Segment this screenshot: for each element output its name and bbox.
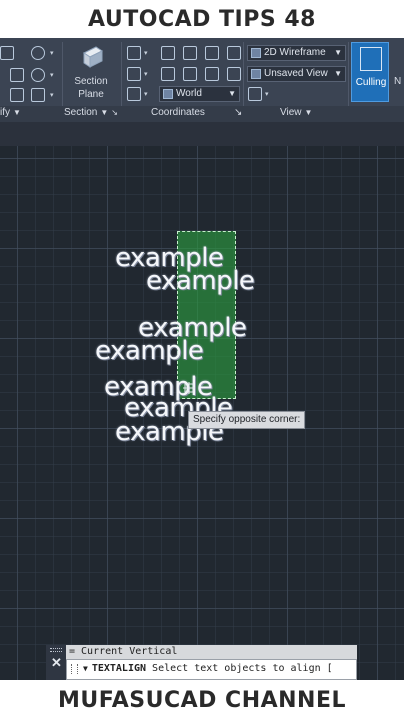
named-view-dropdown[interactable]: Unsaved View ▼ bbox=[247, 66, 346, 82]
command-customize-icon[interactable] bbox=[71, 664, 78, 674]
next-tool-button[interactable]: N bbox=[392, 42, 404, 102]
named-view-icon bbox=[251, 69, 261, 79]
section-plane-button[interactable]: Section Plane bbox=[68, 42, 114, 104]
named-view-value: Unsaved View bbox=[264, 68, 328, 79]
panel-title-coordinates-label: Coordinates bbox=[151, 107, 205, 118]
ucs-named-dropdown[interactable]: World ▼ bbox=[159, 86, 240, 102]
command-name: TEXTALIGN bbox=[91, 663, 147, 674]
panel-title-coordinates[interactable]: Coordinates bbox=[151, 107, 205, 118]
ucs-world-icon[interactable] bbox=[161, 46, 175, 60]
command-line-side-bar: ✕ bbox=[46, 645, 66, 680]
culling-cube-icon bbox=[360, 47, 382, 71]
chevron-down-icon: ▼ bbox=[304, 108, 313, 117]
chevron-down-icon: ▼ bbox=[100, 108, 109, 117]
fillet-icon[interactable] bbox=[31, 68, 45, 82]
viewport-config-icon[interactable] bbox=[248, 87, 262, 101]
viewport-dropdown-icon[interactable]: ▾ bbox=[265, 90, 269, 98]
cursor-tooltip: Specify opposite corner: bbox=[188, 411, 306, 429]
text-object[interactable]: example bbox=[95, 336, 204, 366]
mirror-icon[interactable] bbox=[10, 68, 24, 82]
text-object[interactable]: example bbox=[146, 266, 255, 296]
channel-name-banner: MUFASUCAD CHANNEL bbox=[0, 680, 404, 720]
ucs-zaxis-icon[interactable] bbox=[227, 67, 241, 81]
close-icon[interactable]: ✕ bbox=[51, 655, 62, 671]
ucs-named-value: World bbox=[176, 88, 202, 99]
panel-title-section-label: Section bbox=[64, 107, 98, 118]
trim-icon[interactable] bbox=[31, 46, 45, 60]
dialog-launcher-icon[interactable]: ↘ bbox=[111, 108, 118, 117]
command-prompt: Select text objects to align [ bbox=[152, 663, 333, 674]
section-plane-label-1: Section bbox=[74, 76, 108, 87]
command-input[interactable]: ▼ TEXTALIGN Select text objects to align … bbox=[66, 659, 357, 680]
cursor-crosshair-icon bbox=[183, 382, 195, 394]
panel-title-view[interactable]: View ▼ bbox=[280, 107, 312, 118]
ucs-y-icon[interactable] bbox=[227, 46, 241, 60]
ucs-dropdown-icon[interactable]: ▾ bbox=[144, 49, 148, 57]
visual-style-value: 2D Wireframe bbox=[264, 47, 326, 58]
ucs-icon[interactable] bbox=[127, 46, 141, 60]
ucs-view-dropdown-icon[interactable]: ▾ bbox=[144, 70, 148, 78]
recent-commands-icon[interactable]: ▼ bbox=[83, 664, 88, 673]
chevron-down-icon: ▼ bbox=[13, 108, 21, 117]
panel-title-view-label: View bbox=[280, 107, 302, 118]
ucs-3point-dropdown-icon[interactable]: ▾ bbox=[144, 90, 148, 98]
explode-icon[interactable] bbox=[31, 88, 45, 102]
ucs-z-icon[interactable] bbox=[205, 67, 219, 81]
chevron-down-icon: ▼ bbox=[334, 48, 342, 57]
command-history-line: = Current Vertical bbox=[66, 645, 357, 659]
move-icon[interactable] bbox=[0, 46, 14, 60]
section-plane-icon bbox=[83, 46, 103, 68]
fillet-dropdown-icon[interactable]: ▾ bbox=[50, 71, 54, 79]
ucs-view-icon[interactable] bbox=[127, 67, 141, 81]
next-tool-label: N bbox=[394, 76, 402, 87]
file-tabs-strip bbox=[0, 122, 404, 146]
ucs-world-small-icon bbox=[163, 89, 173, 99]
chevron-down-icon: ▼ bbox=[334, 69, 342, 78]
ucs-x-icon[interactable] bbox=[205, 46, 219, 60]
array-icon[interactable] bbox=[10, 88, 24, 102]
ucs-previous-icon[interactable] bbox=[161, 67, 175, 81]
video-title-banner: AUTOCAD TIPS 48 bbox=[0, 0, 404, 38]
panel-title-modify[interactable]: ify ▼ bbox=[0, 107, 21, 118]
culling-toggle-button[interactable]: Culling bbox=[351, 42, 389, 102]
panel-title-section[interactable]: Section ▼ ↘ bbox=[64, 107, 118, 118]
chevron-down-icon: ▼ bbox=[228, 89, 236, 98]
ucs-origin-icon[interactable] bbox=[183, 46, 197, 60]
ucs-object-icon[interactable] bbox=[183, 67, 197, 81]
culling-label: Culling bbox=[355, 77, 387, 88]
trim-dropdown-icon[interactable]: ▾ bbox=[50, 49, 54, 57]
section-plane-label-2: Plane bbox=[78, 89, 104, 100]
array-dropdown-icon[interactable]: ▾ bbox=[50, 91, 54, 99]
ucs-3point-icon[interactable] bbox=[127, 87, 141, 101]
visual-style-icon bbox=[251, 48, 261, 58]
panel-title-modify-label: ify bbox=[0, 107, 10, 118]
dialog-launcher-icon[interactable]: ↘ bbox=[234, 107, 242, 118]
drag-handle-icon[interactable] bbox=[50, 648, 62, 652]
visual-style-dropdown[interactable]: 2D Wireframe ▼ bbox=[247, 45, 346, 61]
